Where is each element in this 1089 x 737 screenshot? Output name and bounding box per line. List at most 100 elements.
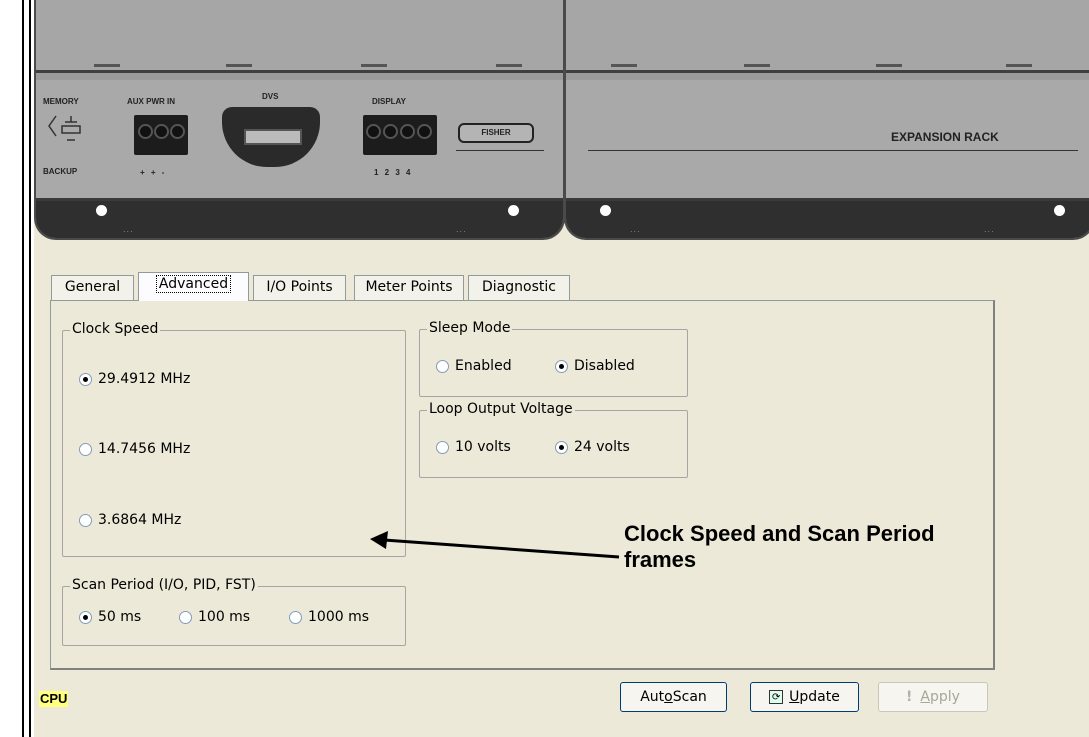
clock-29-label: 29.4912 MHz: [98, 371, 191, 387]
panel-rule: [456, 150, 544, 151]
radio-circle: [555, 440, 568, 454]
loop-10v-radio[interactable]: 10 volts: [436, 439, 511, 455]
apply-button[interactable]: ! Apply: [878, 682, 988, 712]
expansion-rack-label: EXPANSION RACK: [891, 130, 999, 144]
connector-pin: [400, 124, 415, 139]
loop-output-voltage-title: Loop Output Voltage: [427, 401, 575, 417]
vent-dots: ...: [456, 225, 467, 234]
refresh-icon: ⟳: [769, 690, 784, 704]
tab-advanced[interactable]: Advanced: [138, 272, 249, 301]
scan-period-group: Scan Period (I/O, PID, FST) 50 ms 100 ms…: [62, 577, 406, 646]
cover-tick: [744, 64, 770, 67]
display-connector: [363, 115, 437, 155]
auto-scan-label-hotkey: o: [664, 689, 673, 705]
clock-14-label: 14.7456 MHz: [98, 441, 191, 457]
radio-circle: [289, 610, 302, 624]
radio-circle: [79, 513, 92, 527]
annotation-callout: Clock Speed and Scan Period frames: [624, 521, 935, 573]
dialog-client-area: MEMORY BACKUP AUX PWR IN + + - DVS DISPL…: [34, 0, 1089, 737]
clock-3-radio[interactable]: 3.6864 MHz: [79, 512, 181, 528]
status-led: [508, 205, 519, 216]
window-border-left: [22, 0, 24, 737]
cpu-status-label: CPU: [39, 691, 69, 707]
sleep-enabled-label: Enabled: [455, 358, 512, 374]
tab-diagnostic[interactable]: Diagnostic: [468, 275, 570, 300]
cpu-module-graphic: MEMORY BACKUP AUX PWR IN + + - DVS DISPL…: [34, 0, 565, 240]
scan-1000ms-label: 1000 ms: [308, 609, 370, 625]
auto-scan-label-b: Scan: [672, 689, 707, 705]
clock-29-radio[interactable]: 29.4912 MHz: [79, 371, 190, 387]
sleep-enabled-radio[interactable]: Enabled: [436, 358, 512, 374]
clock-3-label: 3.6864 MHz: [98, 512, 182, 528]
dvs-label: DVS: [262, 92, 279, 101]
cover-tick: [1006, 64, 1032, 67]
module-cover: [566, 0, 1089, 73]
window-border-inner: [29, 0, 31, 737]
tab-general[interactable]: General: [51, 275, 134, 300]
fisher-logo: FISHER: [458, 123, 534, 143]
module-base: [566, 201, 1089, 238]
sleep-disabled-radio[interactable]: Disabled: [555, 358, 635, 374]
module-base: [36, 201, 563, 238]
display-pins-label: 1 2 3 4: [374, 168, 413, 177]
tab-advanced-label: Advanced: [155, 275, 232, 293]
scan-50ms-radio[interactable]: 50 ms: [79, 609, 141, 625]
tab-meter-points[interactable]: Meter Points: [354, 275, 464, 300]
tab-io-points[interactable]: I/O Points: [253, 275, 346, 300]
connector-pin: [366, 124, 381, 139]
tab-diagnostic-label: Diagnostic: [482, 279, 556, 295]
sleep-mode-group: Sleep Mode Enabled Disabled: [419, 320, 688, 397]
scan-1000ms-radio[interactable]: 1000 ms: [289, 609, 369, 625]
exclamation-icon: !: [906, 689, 913, 705]
vent-dots: ...: [984, 225, 995, 234]
loop-output-voltage-group: Loop Output Voltage 10 volts 24 volts: [419, 401, 688, 478]
status-led: [96, 205, 107, 216]
status-led: [1054, 205, 1065, 216]
sleep-mode-title: Sleep Mode: [427, 320, 513, 336]
callout-line-2: frames: [624, 547, 697, 572]
advanced-tab-page: Clock Speed 29.4912 MHz 14.7456 MHz 3.68…: [50, 300, 995, 670]
display-label: DISPLAY: [372, 97, 406, 106]
loop-24v-label: 24 volts: [574, 439, 630, 455]
clock-speed-group: Clock Speed 29.4912 MHz 14.7456 MHz 3.68…: [62, 321, 406, 557]
update-label-hotkey: U: [789, 689, 800, 705]
vent-dots: ...: [630, 225, 641, 234]
module-cover: [36, 0, 563, 73]
status-led: [600, 205, 611, 216]
scan-100ms-label: 100 ms: [198, 609, 251, 625]
scan-100ms-radio[interactable]: 100 ms: [179, 609, 250, 625]
cover-tick: [876, 64, 902, 67]
panel-rule: [588, 150, 1078, 151]
update-button[interactable]: ⟳ Update: [750, 682, 859, 712]
apply-label-hotkey: A: [920, 689, 930, 705]
clock-speed-title: Clock Speed: [70, 321, 161, 337]
vent-dots: ...: [123, 225, 134, 234]
connector-pin: [170, 124, 185, 139]
scan-period-title: Scan Period (I/O, PID, FST): [70, 577, 258, 593]
memory-label: MEMORY: [43, 97, 79, 106]
radio-circle: [179, 610, 192, 624]
cover-tick: [496, 64, 522, 67]
radio-circle: [79, 442, 92, 456]
aux-power-connector: [134, 115, 188, 155]
aux-pins-label: + + -: [140, 168, 167, 177]
cover-tick: [226, 64, 252, 67]
connector-pin: [383, 124, 398, 139]
radio-circle: [79, 610, 92, 624]
sleep-disabled-label: Disabled: [574, 358, 635, 374]
radio-circle: [555, 359, 568, 373]
backup-label: BACKUP: [43, 167, 78, 176]
apply-label: pply: [930, 689, 960, 705]
radio-circle: [436, 359, 449, 373]
cover-tick: [94, 64, 120, 67]
cover-tick: [361, 64, 387, 67]
auto-scan-button[interactable]: Aut o Scan: [620, 682, 727, 712]
memory-backup-icon: [48, 115, 81, 141]
clock-14-radio[interactable]: 14.7456 MHz: [79, 441, 190, 457]
radio-circle: [436, 440, 449, 454]
connector-pin: [417, 124, 432, 139]
tab-general-label: General: [64, 279, 121, 295]
loop-10v-label: 10 volts: [455, 439, 511, 455]
connector-pin: [154, 124, 169, 139]
loop-24v-radio[interactable]: 24 volts: [555, 439, 630, 455]
